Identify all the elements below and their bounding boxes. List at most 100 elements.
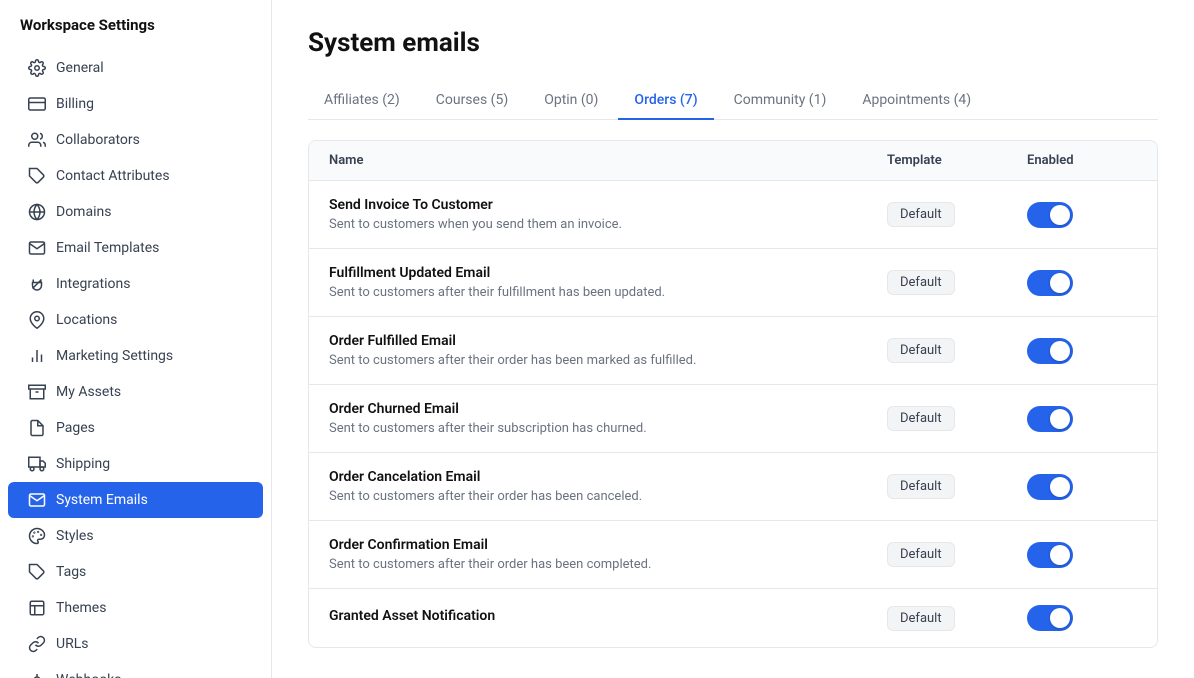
enabled-cell (1027, 406, 1137, 432)
table-row: Order Fulfilled Email Sent to customers a… (309, 317, 1157, 385)
sidebar-item-domains[interactable]: Domains (8, 194, 263, 230)
sidebar-item-label: Collaborators (56, 132, 140, 148)
email-name: Granted Asset Notification (329, 608, 887, 624)
template-cell: Default (887, 338, 1027, 363)
email-name-cell: Send Invoice To CustomerSent to customer… (329, 197, 887, 232)
email-desc: Sent to customers after their fulfillmen… (329, 285, 887, 300)
template-badge[interactable]: Default (887, 606, 955, 631)
tabs-bar: Affiliates (2)Courses (5)Optin (0)Orders… (308, 82, 1158, 120)
tab-appointments[interactable]: Appointments (4) (846, 82, 987, 120)
enabled-toggle[interactable] (1027, 542, 1073, 568)
table-row: Granted Asset NotificationDefault (309, 589, 1157, 647)
sidebar-title: Workspace Settings (0, 16, 271, 50)
sidebar-item-label: Webhooks (56, 672, 122, 678)
table-row: Fulfillment Updated Email Sent to custome… (309, 249, 1157, 317)
sidebar-item-label: Themes (56, 600, 106, 616)
sidebar-item-contact-attributes[interactable]: Contact Attributes (8, 158, 263, 194)
email-name-cell: Order Churned EmailSent to customers aft… (329, 401, 887, 436)
credit-card-icon (28, 95, 46, 113)
layout-icon (28, 599, 46, 617)
users-icon (28, 131, 46, 149)
email-name: Fulfillment Updated Email (329, 265, 887, 281)
file-icon (28, 419, 46, 437)
email-desc: Sent to customers after their subscripti… (329, 421, 887, 436)
sidebar-item-webhooks[interactable]: Webhooks (8, 662, 263, 678)
webhook-icon (28, 671, 46, 678)
tag-icon (28, 167, 46, 185)
enabled-toggle[interactable] (1027, 202, 1073, 228)
sidebar-item-system-emails[interactable]: System Emails (8, 482, 263, 518)
tab-courses[interactable]: Courses (5) (420, 82, 524, 120)
sidebar-item-urls[interactable]: URLs (8, 626, 263, 662)
template-badge[interactable]: Default (887, 542, 955, 567)
table-row: Send Invoice To CustomerSent to customer… (309, 181, 1157, 249)
tab-community[interactable]: Community (1) (718, 82, 843, 120)
col-enabled: Enabled (1027, 153, 1137, 168)
sidebar-item-my-assets[interactable]: My Assets (8, 374, 263, 410)
sidebar-item-locations[interactable]: Locations (8, 302, 263, 338)
template-badge[interactable]: Default (887, 202, 955, 227)
enabled-toggle[interactable] (1027, 338, 1073, 364)
table-row: Order Cancelation EmailSent to customers… (309, 453, 1157, 521)
page-title: System emails (308, 28, 1158, 58)
template-badge[interactable]: Default (887, 270, 955, 295)
palette-icon (28, 527, 46, 545)
template-badge[interactable]: Default (887, 338, 955, 363)
email-name-cell: Order Fulfilled Email Sent to customers a… (329, 333, 887, 368)
sidebar-item-email-templates[interactable]: Email Templates (8, 230, 263, 266)
sidebar-item-label: Billing (56, 96, 94, 112)
sidebar-item-label: Styles (56, 528, 94, 544)
globe-icon (28, 203, 46, 221)
sidebar-item-integrations[interactable]: Integrations (8, 266, 263, 302)
sidebar-item-label: Integrations (56, 276, 130, 292)
template-cell: Default (887, 474, 1027, 499)
enabled-toggle[interactable] (1027, 605, 1073, 631)
sidebar-item-label: Domains (56, 204, 111, 220)
sidebar-item-label: My Assets (56, 384, 121, 400)
enabled-cell (1027, 542, 1137, 568)
tab-optin[interactable]: Optin (0) (528, 82, 614, 120)
col-template: Template (887, 153, 1027, 168)
settings-icon (28, 59, 46, 77)
table-header: Name Template Enabled (309, 141, 1157, 181)
template-badge[interactable]: Default (887, 406, 955, 431)
enabled-toggle[interactable] (1027, 270, 1073, 296)
enabled-toggle[interactable] (1027, 406, 1073, 432)
tab-affiliates[interactable]: Affiliates (2) (308, 82, 416, 120)
box-icon (28, 383, 46, 401)
sidebar-item-marketing-settings[interactable]: Marketing Settings (8, 338, 263, 374)
sidebar-item-label: Email Templates (56, 240, 159, 256)
sidebar-item-billing[interactable]: Billing (8, 86, 263, 122)
table-body: Send Invoice To CustomerSent to customer… (309, 181, 1157, 647)
enabled-toggle[interactable] (1027, 474, 1073, 500)
mail-icon (28, 239, 46, 257)
email-desc: Sent to customers after their order has … (329, 353, 887, 368)
enabled-cell (1027, 270, 1137, 296)
email-name: Order Confirmation Email (329, 537, 887, 553)
tab-orders[interactable]: Orders (7) (618, 82, 713, 120)
email-name-cell: Granted Asset Notification (329, 608, 887, 628)
template-cell: Default (887, 606, 1027, 631)
email-name: Order Fulfilled Email (329, 333, 887, 349)
plug-icon (28, 275, 46, 293)
sidebar-item-styles[interactable]: Styles (8, 518, 263, 554)
sidebar-item-shipping[interactable]: Shipping (8, 446, 263, 482)
sidebar-item-label: Locations (56, 312, 117, 328)
link-icon (28, 635, 46, 653)
bar-chart-icon (28, 347, 46, 365)
sidebar-item-collaborators[interactable]: Collaborators (8, 122, 263, 158)
email-desc: Sent to customers after their order has … (329, 557, 887, 572)
sidebar-item-label: Marketing Settings (56, 348, 173, 364)
truck-icon (28, 455, 46, 473)
sidebar-item-label: Contact Attributes (56, 168, 170, 184)
enabled-cell (1027, 338, 1137, 364)
sidebar-item-tags[interactable]: Tags (8, 554, 263, 590)
tag2-icon (28, 563, 46, 581)
template-badge[interactable]: Default (887, 474, 955, 499)
enabled-cell (1027, 202, 1137, 228)
enabled-cell (1027, 605, 1137, 631)
sidebar-item-themes[interactable]: Themes (8, 590, 263, 626)
template-cell: Default (887, 406, 1027, 431)
sidebar-item-general[interactable]: General (8, 50, 263, 86)
sidebar-item-pages[interactable]: Pages (8, 410, 263, 446)
